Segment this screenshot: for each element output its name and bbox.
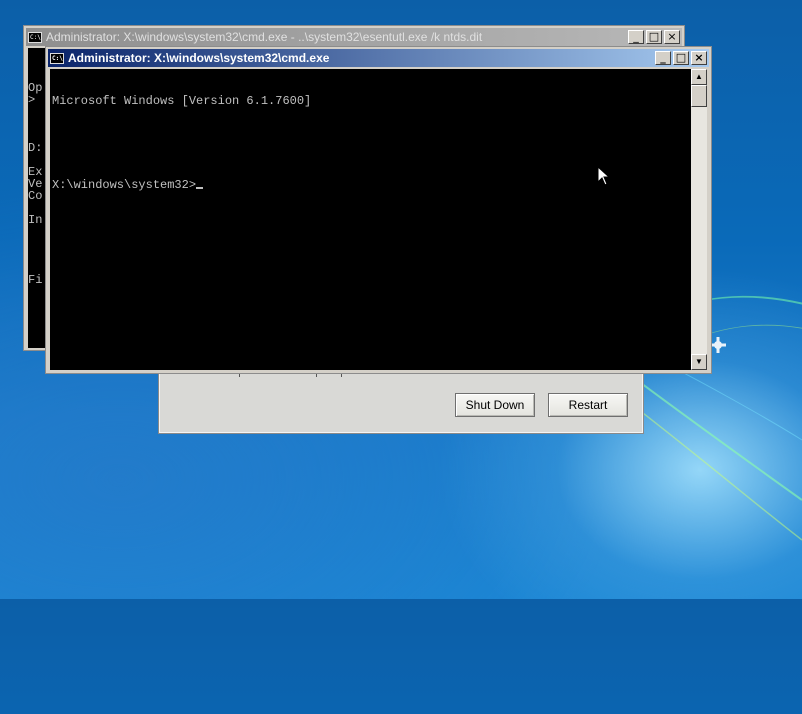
cmd-window-titlebar[interactable]: C:\ Administrator: X:\windows\system32\c… — [48, 49, 709, 67]
console-line: Microsoft Windows [Version 6.1.7600] — [52, 94, 312, 108]
restart-button[interactable]: Restart — [548, 393, 628, 417]
scroll-down-button[interactable]: ▼ — [691, 354, 707, 370]
shut-down-button[interactable]: Shut Down — [455, 393, 535, 417]
esentutl-window-titlebar[interactable]: C:\ Administrator: X:\windows\system32\c… — [26, 28, 682, 46]
cmd-console-output[interactable]: Microsoft Windows [Version 6.1.7600] X:\… — [50, 69, 691, 370]
esentutl-window-title: Administrator: X:\windows\system32\cmd.e… — [46, 30, 483, 44]
close-button[interactable]: × — [664, 30, 680, 44]
vertical-scrollbar[interactable]: ▲ ▼ — [691, 69, 707, 370]
cmd-window[interactable]: C:\ Administrator: X:\windows\system32\c… — [45, 46, 712, 374]
text-cursor — [196, 187, 204, 189]
console-line: X:\windows\system32> — [52, 179, 691, 191]
cmd-icon: C:\ — [28, 31, 42, 43]
maximize-button[interactable]: □ — [646, 30, 662, 44]
maximize-button[interactable]: □ — [673, 51, 689, 65]
cmd-window-title: Administrator: X:\windows\system32\cmd.e… — [68, 51, 330, 65]
scroll-thumb[interactable] — [691, 85, 707, 107]
shutdown-dialog: Shut Down Restart — [158, 370, 644, 434]
close-button[interactable]: × — [691, 51, 707, 65]
scroll-up-button[interactable]: ▲ — [691, 69, 707, 85]
minimize-button[interactable]: _ — [655, 51, 671, 65]
prompt-text: X:\windows\system32> — [52, 178, 197, 192]
minimize-button[interactable]: _ — [628, 30, 644, 44]
cmd-icon: C:\ — [50, 52, 64, 64]
mouse-pointer-icon — [597, 166, 611, 186]
